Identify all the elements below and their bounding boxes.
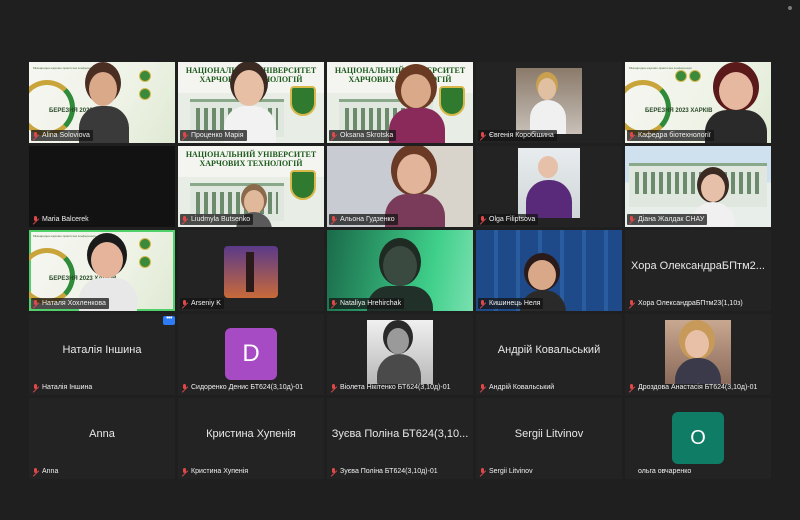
- muted-mic-icon: [182, 132, 188, 139]
- conference-year-text: БЕРЕЗНЯ 2023 ХАРКІВ: [645, 108, 713, 114]
- video-tile[interactable]: НАЦІОНАЛЬНИЙ УНІВЕРСИТЕТ ХАРЧОВИХ ТЕХНОЛ…: [327, 62, 473, 143]
- muted-mic-icon: [331, 300, 337, 307]
- university-crest-icon: [439, 86, 465, 116]
- participant-name-label: Maria Balcerek: [31, 214, 92, 225]
- participant-name-label: Альона Гудзенко: [329, 214, 398, 225]
- video-tile[interactable]: Maria Balcerek: [29, 146, 175, 227]
- video-tile[interactable]: Кристина Хупенія Кристина Хупенія: [178, 398, 324, 479]
- participant-name-label: Зуєва Поліна БТ624(3,10д)-01: [329, 466, 441, 477]
- muted-mic-icon: [33, 216, 39, 223]
- video-tile[interactable]: Sergii Litvinov Sergii Litvinov: [476, 398, 622, 479]
- video-tile[interactable]: O ольга овчаренко: [625, 398, 771, 479]
- muted-mic-icon: [629, 300, 635, 307]
- participant-display-name: Sergii Litvinov: [514, 428, 584, 440]
- participant-name-label: Sergii Litvinov: [478, 466, 536, 477]
- muted-mic-icon: [331, 384, 337, 391]
- university-crest-icon: [290, 86, 316, 116]
- university-banner-title: НАЦІОНАЛЬНИЙ УНІВЕРСИТЕТ ХАРЧОВИХ ТЕХНОЛ…: [334, 66, 466, 84]
- video-tile[interactable]: D Сидоренко Денис БТ624(3,10д)-01: [178, 314, 324, 395]
- participant-display-name: Хора ОлександраБПтм2...: [631, 260, 765, 272]
- participant-name-label: Liudmyla Butsenko: [180, 214, 254, 225]
- participant-avatar: D: [225, 328, 277, 380]
- video-tile[interactable]: Arseniy K: [178, 230, 324, 311]
- participant-display-name: Anna: [89, 428, 115, 440]
- participant-display-name: Кристина Хупенія: [206, 428, 296, 440]
- muted-mic-icon: [480, 384, 486, 391]
- participant-display-name: Наталія Іншина: [62, 344, 142, 356]
- muted-mic-icon: [33, 468, 39, 475]
- participant-name-label: Anna: [31, 466, 61, 477]
- participant-display-name: Зуєва Поліна БТ624(3,10...: [331, 428, 469, 440]
- video-tile[interactable]: Зуєва Поліна БТ624(3,10... Зуєва Поліна …: [327, 398, 473, 479]
- university-crest-icon: [290, 170, 316, 200]
- participant-name-label: Віолета Нікітенко БТ624(3,10д)-01: [329, 382, 454, 393]
- muted-mic-icon: [33, 300, 39, 307]
- participant-name-label: Кристина Хупенія: [180, 466, 251, 477]
- participant-name-label: Arseniy K: [180, 298, 224, 309]
- participant-name-label: Oksana Skrotska: [329, 130, 397, 141]
- video-tile[interactable]: Міжнародна науково-практична конференція…: [625, 62, 771, 143]
- participant-name-label: Наталя Хохленкова: [31, 298, 109, 309]
- video-tile[interactable]: Хора ОлександраБПтм2... Хора ОлександраБ…: [625, 230, 771, 311]
- video-tile[interactable]: Anna Anna: [29, 398, 175, 479]
- video-tile[interactable]: Кишинець Неля: [476, 230, 622, 311]
- zoom-meeting-window: Міжнародна науково-практична конференція…: [0, 0, 800, 520]
- participant-name-label: Дроздова Анастасія БТ624(3,10д)-01: [627, 382, 760, 393]
- muted-mic-icon: [331, 216, 337, 223]
- participant-name-label: Андрій Ковальський: [478, 382, 557, 393]
- participant-name-label: Сидоренко Денис БТ624(3,10д)-01: [180, 382, 306, 393]
- participant-name-label: Alina Soloviova: [31, 130, 93, 141]
- participant-name-label: Діана Жалдак СНАУ: [627, 214, 708, 225]
- muted-mic-icon: [629, 216, 635, 223]
- muted-mic-icon: [629, 384, 635, 391]
- video-tile-active-speaker[interactable]: Міжнародна науково-практична конференція…: [29, 230, 175, 311]
- muted-mic-icon: [480, 468, 486, 475]
- muted-mic-icon: [331, 132, 337, 139]
- video-tile[interactable]: Наталія Іншина Наталія Іншина: [29, 314, 175, 395]
- video-tile[interactable]: Діана Жалдак СНАУ: [625, 146, 771, 227]
- video-tile[interactable]: НАЦІОНАЛЬНИЙ УНІВЕРСИТЕТ ХАРЧОВИХ ТЕХНОЛ…: [178, 146, 324, 227]
- muted-mic-icon: [331, 468, 337, 475]
- participant-name-label: ольга овчаренко: [638, 468, 692, 475]
- more-options-button[interactable]: •••: [163, 315, 175, 325]
- video-tile[interactable]: Дроздова Анастасія БТ624(3,10д)-01: [625, 314, 771, 395]
- video-tile[interactable]: Андрій Ковальський Андрій Ковальський: [476, 314, 622, 395]
- muted-mic-icon: [33, 132, 39, 139]
- muted-mic-icon: [480, 300, 486, 307]
- muted-mic-icon: [33, 384, 39, 391]
- participant-name-label: Кафедра біотехнології: [627, 130, 714, 141]
- video-tile[interactable]: Nataliya Hrehirchak: [327, 230, 473, 311]
- video-tile[interactable]: Альона Гудзенко: [327, 146, 473, 227]
- university-banner-title: НАЦІОНАЛЬНИЙ УНІВЕРСИТЕТ ХАРЧОВИХ ТЕХНОЛ…: [185, 150, 317, 168]
- muted-mic-icon: [629, 132, 635, 139]
- window-status-dot: [788, 6, 792, 10]
- participant-name-label: Євгенія Коробішина: [478, 130, 557, 141]
- muted-mic-icon: [480, 132, 486, 139]
- muted-mic-icon: [182, 384, 188, 391]
- participant-name-label: Olga Filiptsova: [478, 214, 539, 225]
- participant-name-label: Nataliya Hrehirchak: [329, 298, 405, 309]
- participant-name-label: Хора ОлександраБПтм23(1,10з): [627, 298, 746, 309]
- muted-mic-icon: [480, 216, 486, 223]
- muted-mic-icon: [182, 216, 188, 223]
- video-tile[interactable]: Віолета Нікітенко БТ624(3,10д)-01: [327, 314, 473, 395]
- video-tile[interactable]: Євгенія Коробішина: [476, 62, 622, 143]
- participant-name-label: Наталія Іншина: [31, 382, 95, 393]
- participant-name-label: Кишинець Неля: [478, 298, 544, 309]
- participant-display-name: Андрій Ковальський: [497, 344, 601, 356]
- muted-mic-icon: [182, 300, 188, 307]
- video-tile[interactable]: Міжнародна науково-практична конференція…: [29, 62, 175, 143]
- gallery-view: Міжнародна науково-практична конференція…: [29, 62, 771, 480]
- muted-mic-icon: [182, 468, 188, 475]
- video-tile[interactable]: НАЦІОНАЛЬНИЙ УНІВЕРСИТЕТ ХАРЧОВИХ ТЕХНОЛ…: [178, 62, 324, 143]
- participant-avatar: O: [672, 412, 724, 464]
- video-tile[interactable]: Olga Filiptsova: [476, 146, 622, 227]
- participant-name-label: Проценко Марія: [180, 130, 247, 141]
